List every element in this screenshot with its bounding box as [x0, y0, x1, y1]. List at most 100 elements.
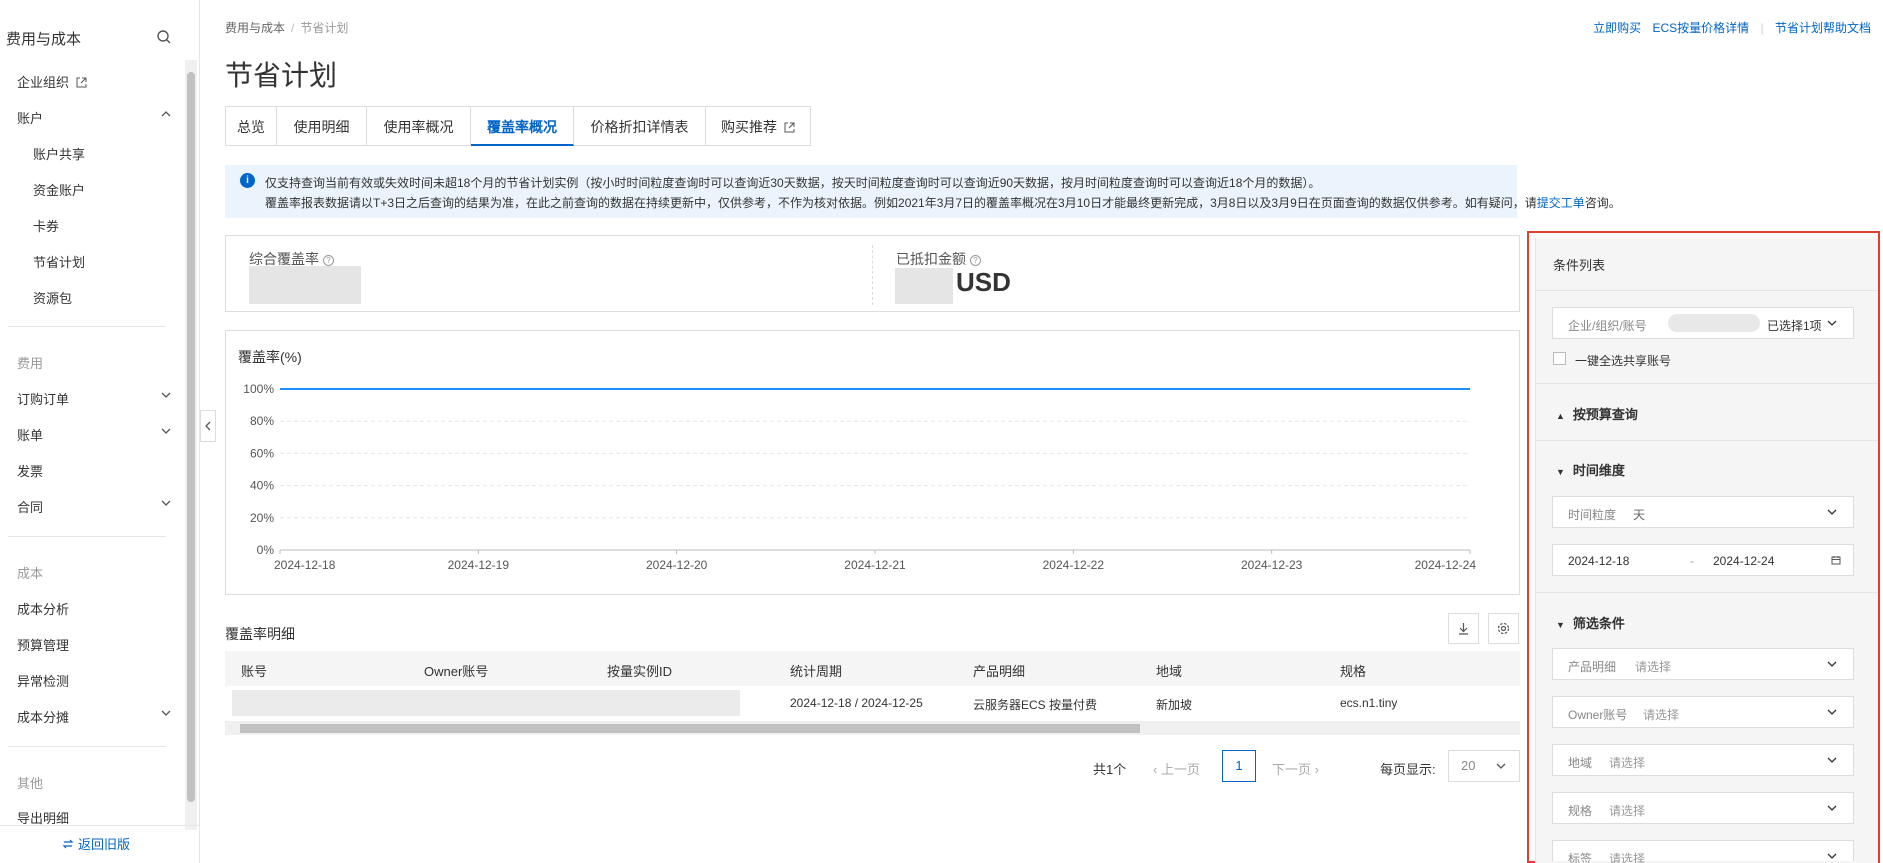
help-doc-link[interactable]: 节省计划帮助文档	[1775, 21, 1871, 35]
info-icon: i	[240, 173, 255, 188]
sidebar-item-budget[interactable]: 预算管理	[17, 635, 69, 654]
x-tick-label: 2024-12-22	[1043, 558, 1105, 572]
cell-region: 新加坡	[1156, 698, 1193, 712]
column-header-product[interactable]: 产品明细	[973, 661, 1025, 680]
table-scrollbar-thumb[interactable]	[240, 724, 1140, 733]
column-header-region[interactable]: 地域	[1156, 661, 1182, 680]
external-link-icon	[784, 122, 795, 133]
chevron-down-icon	[1827, 509, 1837, 515]
account-value-redacted	[1668, 314, 1760, 332]
chevron-down-icon	[1827, 709, 1837, 715]
sidebar-group-fee: 费用	[17, 356, 44, 371]
chevron-down-icon[interactable]	[160, 497, 172, 509]
chevron-down-icon[interactable]	[160, 389, 172, 401]
chevron-down-icon[interactable]	[160, 707, 172, 719]
prev-page-button[interactable]: ‹ 上一页	[1153, 759, 1200, 778]
tab-price-discount[interactable]: 价格折扣详情表	[574, 106, 706, 146]
sidebar-scrollbar-thumb[interactable]	[187, 72, 195, 802]
tag-filter-select[interactable]	[1552, 840, 1854, 861]
sidebar-item-account[interactable]: 账户	[17, 108, 43, 127]
time-dimension-toggle[interactable]: ▼ 时间维度	[1556, 460, 1625, 479]
date-start[interactable]: 2024-12-18	[1568, 554, 1629, 568]
tab-bar: 总览 使用明细 使用率概况 覆盖率概况 价格折扣详情表 购买推荐	[225, 106, 811, 146]
sidebar-item-coupon[interactable]: 卡券	[33, 216, 59, 235]
pagination-total: 共1个	[1093, 762, 1127, 777]
settings-button[interactable]	[1488, 613, 1519, 644]
y-tick-label: 80%	[250, 414, 274, 428]
buy-now-link[interactable]: 立即购买	[1593, 21, 1641, 35]
tab-coverage[interactable]: 覆盖率概况	[471, 106, 574, 146]
filter-toggle[interactable]: ▼ 筛选条件	[1556, 613, 1625, 632]
y-tick-label: 100%	[243, 382, 274, 396]
sidebar-item-fund-account[interactable]: 资金账户	[33, 180, 85, 199]
table-title: 覆盖率明细	[225, 626, 295, 642]
page-size-select[interactable]: 20	[1448, 750, 1520, 782]
sidebar-item-org[interactable]: 企业组织	[17, 72, 87, 91]
calendar-icon[interactable]	[1830, 554, 1842, 566]
select-all-shared-checkbox[interactable]	[1553, 352, 1566, 365]
y-tick-label: 40%	[250, 479, 274, 493]
sidebar-item-cost-analysis[interactable]: 成本分析	[17, 599, 69, 618]
coverage-rate-value-redacted	[249, 266, 361, 304]
summary-divider	[872, 245, 873, 305]
chevron-down-icon	[1827, 757, 1837, 763]
return-old-version-link[interactable]: 返回旧版	[62, 834, 130, 853]
column-header-owner[interactable]: Owner账号	[424, 661, 488, 680]
help-icon[interactable]: ?	[323, 254, 334, 266]
page-number-current[interactable]: 1	[1222, 750, 1256, 782]
chevron-left-icon: ‹	[1153, 762, 1161, 777]
sidebar-divider	[8, 746, 166, 747]
x-tick-label: 2024-12-23	[1241, 558, 1303, 572]
sidebar-item-anomaly[interactable]: 异常检测	[17, 671, 69, 690]
chevron-down-icon[interactable]	[160, 425, 172, 437]
x-tick-label: 2024-12-21	[844, 558, 906, 572]
select-all-shared-label: 一键全选共享账号	[1575, 354, 1672, 368]
column-header-instance-id[interactable]: 按量实例ID	[607, 661, 672, 680]
budget-query-toggle[interactable]: ▲ 按预算查询	[1556, 404, 1638, 423]
tab-overview[interactable]: 总览	[225, 106, 277, 146]
download-button[interactable]	[1448, 613, 1479, 644]
sidebar-item-resource-pack[interactable]: 资源包	[33, 288, 72, 307]
caret-down-icon: ▼	[1556, 620, 1565, 630]
help-icon[interactable]: ?	[970, 254, 981, 266]
notice-line-2: 覆盖率报表数据请以T+3日之后查询的结果为准，在此之前查询的数据在持续更新中，仅…	[265, 196, 1621, 210]
sidebar-group-other: 其他	[17, 776, 44, 791]
spec-filter-select[interactable]	[1552, 792, 1854, 824]
sidebar-item-contract[interactable]: 合同	[17, 497, 43, 516]
page-size-label: 每页显示:	[1380, 762, 1436, 777]
x-tick-label: 2024-12-20	[646, 558, 708, 572]
ecs-price-link[interactable]: ECS按量价格详情	[1652, 21, 1749, 35]
column-header-spec[interactable]: 规格	[1340, 661, 1366, 680]
top-links: 立即购买 ECS按量价格详情 | 节省计划帮助文档	[1593, 21, 1871, 35]
tab-utilization[interactable]: 使用率概况	[367, 106, 471, 146]
breadcrumb-parent[interactable]: 费用与成本	[225, 21, 285, 35]
x-tick-label: 2024-12-18	[274, 558, 336, 572]
tab-purchase-recommend[interactable]: 购买推荐	[706, 106, 811, 146]
page-title: 节省计划	[225, 60, 338, 91]
date-end[interactable]: 2024-12-24	[1713, 554, 1774, 568]
sidebar-item-savings-plan[interactable]: 节省计划	[33, 252, 85, 271]
chevron-up-icon[interactable]	[160, 108, 172, 120]
next-page-button[interactable]: 下一页 ›	[1272, 759, 1319, 778]
region-filter-select[interactable]	[1552, 744, 1854, 776]
sidebar-item-orders[interactable]: 订购订单	[17, 389, 69, 408]
sidebar-collapse-button[interactable]	[200, 410, 216, 442]
column-header-account[interactable]: 账号	[241, 661, 267, 680]
sidebar-item-cost-allocation[interactable]: 成本分摊	[17, 707, 69, 726]
panel-divider	[1535, 383, 1878, 384]
breadcrumb-current: 节省计划	[300, 21, 349, 35]
coverage-line-chart: 0% 20% 40% 60% 80% 100% 2024-12-18 2024-12-19 20…	[243, 382, 1476, 572]
chevron-down-icon	[1827, 853, 1837, 859]
submit-ticket-link[interactable]: 提交工单	[1537, 196, 1585, 210]
column-header-period[interactable]: 统计周期	[790, 661, 842, 680]
chevron-right-icon: ›	[1311, 762, 1319, 777]
external-link-icon	[76, 77, 87, 88]
sidebar-item-bills[interactable]: 账单	[17, 425, 43, 444]
sidebar-item-invoice[interactable]: 发票	[17, 461, 43, 480]
sidebar-item-account-share[interactable]: 账户共享	[33, 144, 85, 163]
download-icon	[1459, 623, 1468, 635]
search-icon[interactable]	[156, 29, 172, 45]
chevron-down-icon	[1827, 661, 1837, 667]
chevron-down-icon	[1827, 320, 1837, 326]
tab-usage-detail[interactable]: 使用明细	[277, 106, 367, 146]
